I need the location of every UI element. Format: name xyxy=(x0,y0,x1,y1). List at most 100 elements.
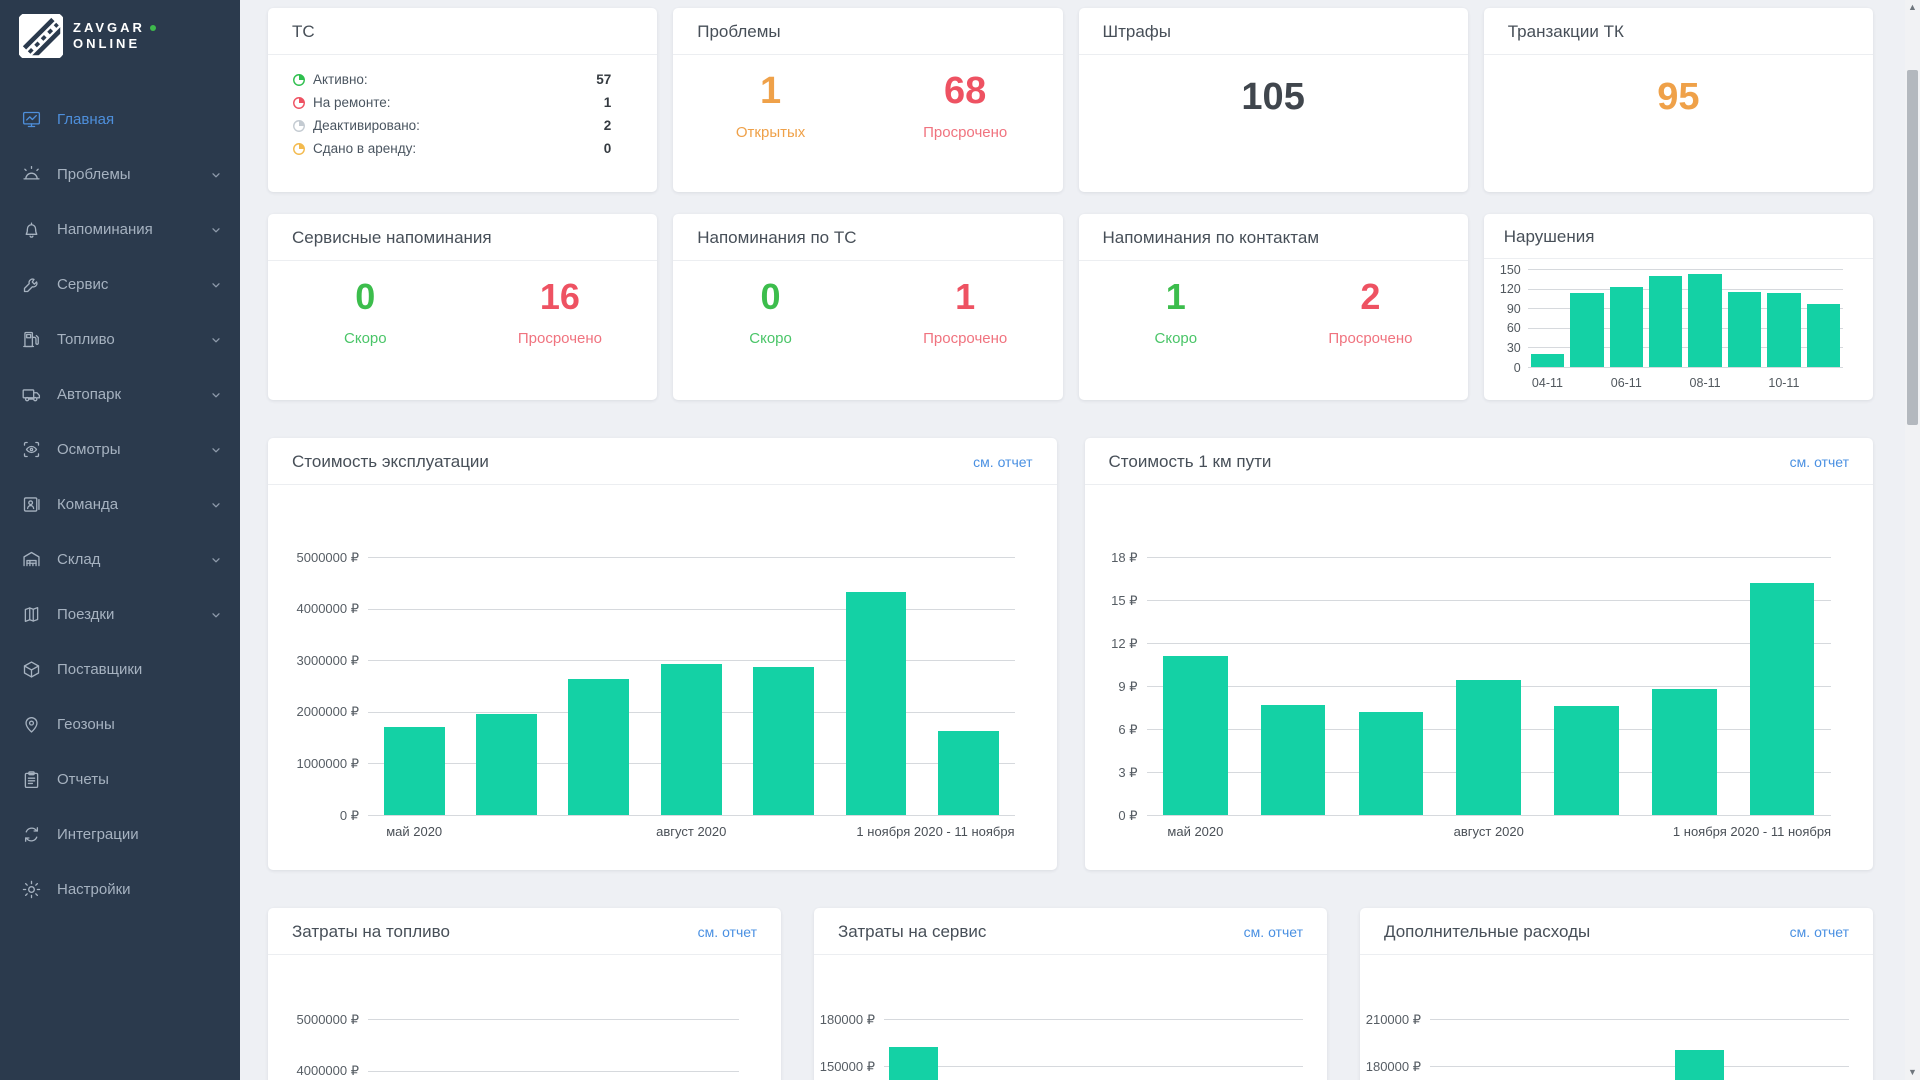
sidebar-item-avtopark[interactable]: Автопарк xyxy=(0,367,240,422)
sidebar-item-geozony[interactable]: Геозоны xyxy=(0,697,240,752)
brand-green-dot xyxy=(150,25,156,31)
sidebar-item-osmotry[interactable]: Осмотры xyxy=(0,422,240,477)
sidebar-item-label: Склад xyxy=(57,551,100,568)
sidebar-item-label: Напоминания xyxy=(57,221,153,238)
y-axis-tick-label: 6 ₽ xyxy=(1118,722,1137,738)
bar xyxy=(1531,354,1564,367)
service-costs-chart: 180000 ₽150000 ₽120000 ₽90000 ₽60000 ₽30… xyxy=(814,1019,1327,1080)
sidebar-item-integracii[interactable]: Интеграции xyxy=(0,807,240,862)
truck-icon xyxy=(21,384,42,405)
additional-costs-chart: 210000 ₽180000 ₽150000 ₽120000 ₽90000 ₽6… xyxy=(1360,1019,1873,1080)
package-icon xyxy=(21,659,42,680)
fuel-costs-report-link[interactable]: см. отчет xyxy=(698,924,757,940)
vehicle-reminders-title: Напоминания по ТС xyxy=(697,228,856,248)
scrollbar-thumb[interactable] xyxy=(1907,70,1918,425)
clipboard-icon xyxy=(21,769,42,790)
service-costs-report-link[interactable]: см. отчет xyxy=(1244,924,1303,940)
contact-reminders-title: Напоминания по контактам xyxy=(1103,228,1320,248)
brand-road-icon xyxy=(19,14,63,58)
additional-costs-report-link[interactable]: см. отчет xyxy=(1790,924,1849,940)
sidebar-item-postavshchiki[interactable]: Поставщики xyxy=(0,642,240,697)
bar xyxy=(1649,276,1682,367)
bar xyxy=(1750,583,1815,815)
bar xyxy=(1261,705,1326,815)
chevron-down-icon xyxy=(210,389,222,401)
service-reminders-card: Сервисные напоминания 0 Скоро 16 Просроч… xyxy=(268,214,657,400)
service-reminders-soon-value: 0 xyxy=(268,277,463,317)
violations-chart: 150120906030004-1106-1108-1110-11 xyxy=(1484,269,1873,392)
additional-costs-title: Дополнительные расходы xyxy=(1384,922,1590,942)
operating-cost-report-link[interactable]: см. отчет xyxy=(973,454,1032,470)
fuel-costs-title: Затраты на топливо xyxy=(292,922,450,942)
bar xyxy=(1456,680,1521,815)
sidebar-item-nastroyki[interactable]: Настройки xyxy=(0,862,240,917)
bar xyxy=(1675,1050,1724,1080)
vehicle-status-value: 0 xyxy=(604,140,612,158)
problems-card: Проблемы 1 Открытых 68 Просрочено xyxy=(673,8,1062,192)
bar xyxy=(1554,706,1619,815)
operating-cost-chart: 5000000 ₽4000000 ₽3000000 ₽2000000 ₽1000… xyxy=(268,557,1057,846)
sidebar-item-servis[interactable]: Сервис xyxy=(0,257,240,312)
vehicle-status-value: 2 xyxy=(604,117,612,135)
sidebar-item-sklad[interactable]: Склад xyxy=(0,532,240,587)
gear-icon xyxy=(21,879,42,900)
chevron-down-icon xyxy=(210,224,222,236)
service-reminders-overdue-value: 16 xyxy=(463,277,658,317)
scrollbar-down-arrow[interactable]: ▼ xyxy=(1905,1065,1920,1080)
pie-chart-icon xyxy=(292,142,306,156)
additional-costs-card: Дополнительные расходы см. отчет 210000 … xyxy=(1360,908,1873,1080)
sync-icon xyxy=(21,824,42,845)
scrollbar[interactable]: ▲ ▼ xyxy=(1905,0,1920,1080)
transactions-card-title: Транзакции ТК xyxy=(1508,22,1624,42)
chevron-down-icon xyxy=(210,499,222,511)
sidebar-item-otchety[interactable]: Отчеты xyxy=(0,752,240,807)
wrench-icon xyxy=(21,274,42,295)
sidebar-item-toplivo[interactable]: Топливо xyxy=(0,312,240,367)
bar xyxy=(846,592,907,815)
contact-reminders-overdue-label: Просрочено xyxy=(1273,330,1468,347)
vehicle-status-label: Деактивировано: xyxy=(313,117,420,135)
main-content: ТС Активно:57На ремонте:1Деактивировано:… xyxy=(240,0,1920,1080)
bar xyxy=(568,679,629,815)
y-axis-tick-label: 3 ₽ xyxy=(1118,765,1137,781)
transactions-value: 95 xyxy=(1484,77,1873,117)
y-axis-tick-label: 30 xyxy=(1507,341,1521,355)
service-reminders-title: Сервисные напоминания xyxy=(292,228,492,248)
scrollbar-up-arrow[interactable]: ▲ xyxy=(1905,0,1920,15)
operating-cost-card: Стоимость эксплуатации см. отчет 5000000… xyxy=(268,438,1057,870)
x-axis-tick-label: май 2020 xyxy=(386,824,442,839)
bar xyxy=(1610,287,1643,367)
bell-icon xyxy=(21,219,42,240)
service-costs-title: Затраты на сервис xyxy=(838,922,986,942)
service-reminders-soon-label: Скоро xyxy=(268,330,463,347)
y-axis-tick-label: 4000000 ₽ xyxy=(297,1063,360,1079)
problems-card-title: Проблемы xyxy=(697,22,780,42)
vehicle-reminders-soon-value: 0 xyxy=(673,277,868,317)
bar xyxy=(753,667,814,815)
sidebar-item-komanda[interactable]: Команда xyxy=(0,477,240,532)
chevron-down-icon xyxy=(210,554,222,566)
y-axis-tick-label: 15 ₽ xyxy=(1111,593,1137,609)
x-axis-tick-label: август 2020 xyxy=(656,824,726,839)
sidebar-item-problemy[interactable]: Проблемы xyxy=(0,147,240,202)
sidebar-item-label: Главная xyxy=(57,111,114,128)
bar xyxy=(938,731,999,815)
app-logo[interactable]: ZAVGAR ONLINE xyxy=(0,0,240,62)
x-axis-tick-label: 10-11 xyxy=(1768,376,1799,390)
sidebar-item-label: Топливо xyxy=(57,331,115,348)
cost-per-km-report-link[interactable]: см. отчет xyxy=(1790,454,1849,470)
y-axis-tick-label: 0 ₽ xyxy=(1118,808,1137,824)
y-axis-tick-label: 9 ₽ xyxy=(1118,679,1137,695)
dashboard-icon xyxy=(21,109,42,130)
sidebar-item-glavnaya[interactable]: Главная xyxy=(0,92,240,147)
x-axis-tick-label: 08-11 xyxy=(1690,376,1721,390)
sidebar-item-label: Поездки xyxy=(57,606,114,623)
y-axis-tick-label: 120 xyxy=(1500,282,1521,296)
cost-per-km-title: Стоимость 1 км пути xyxy=(1109,452,1272,472)
sidebar-item-poezdki[interactable]: Поездки xyxy=(0,587,240,642)
y-axis-tick-label: 3000000 ₽ xyxy=(297,653,360,669)
y-axis-tick-label: 12 ₽ xyxy=(1111,636,1137,652)
sidebar-item-label: Отчеты xyxy=(57,771,109,788)
sidebar-item-napominaniya[interactable]: Напоминания xyxy=(0,202,240,257)
map-route-icon xyxy=(21,604,42,625)
